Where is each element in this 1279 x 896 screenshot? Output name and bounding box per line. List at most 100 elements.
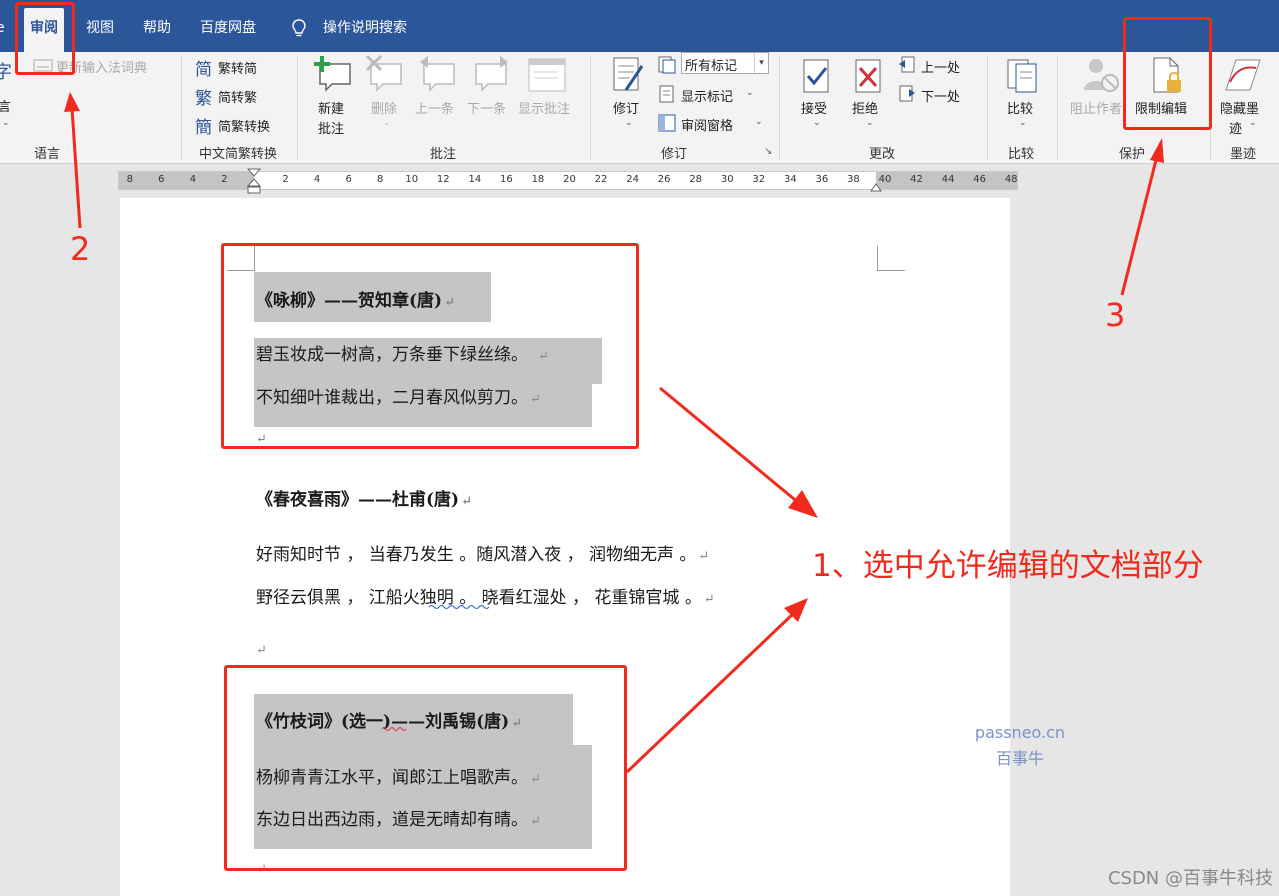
- annotation-box-review-tab: [15, 2, 75, 75]
- ruler-number: 26: [657, 174, 671, 185]
- simp-trad-icon: 繁: [195, 89, 212, 109]
- ruler-number: 8: [126, 174, 133, 185]
- ruler-number: 18: [531, 174, 545, 185]
- accept-icon[interactable]: [802, 58, 832, 94]
- block-authors-icon[interactable]: [1080, 56, 1120, 94]
- menu-bar: e 审阅 视图 帮助 百度网盘 操作说明搜索: [0, 0, 1279, 52]
- chevron-down-icon: ⌄: [813, 118, 821, 128]
- next-comment-icon[interactable]: [470, 54, 510, 92]
- annotation-box-poem3: [224, 665, 627, 871]
- ruler-number: 34: [783, 174, 797, 185]
- language-button-label[interactable]: 言: [0, 96, 11, 115]
- empty-paragraph[interactable]: ↵: [254, 639, 267, 659]
- track-changes-icon[interactable]: [612, 56, 646, 94]
- tab-baidu-netdisk[interactable]: 百度网盘: [200, 10, 256, 46]
- show-comments-icon[interactable]: [528, 58, 566, 92]
- ruler-number: 44: [941, 174, 955, 185]
- markup-icon: [658, 56, 676, 74]
- convert-icon: 簡: [195, 118, 212, 138]
- show-comments-label[interactable]: 显示批注: [518, 98, 570, 117]
- hide-ink-label-2[interactable]: 迹: [1229, 118, 1242, 137]
- margin-crop-mark: [877, 246, 905, 271]
- group-separator: [1057, 56, 1058, 160]
- trad-simp-icon: 简: [195, 60, 212, 80]
- group-separator: [590, 56, 591, 160]
- ruler-number: 6: [158, 174, 165, 185]
- block-authors-label[interactable]: 阻止作者: [1070, 98, 1122, 117]
- previous-change-icon: [899, 56, 915, 73]
- watermark-brand: 百事牛: [995, 749, 1044, 768]
- indent-marker-icon[interactable]: [247, 168, 261, 194]
- horizontal-ruler[interactable]: 8 6 4 2 2 4 6 8 10 12 14 16 18 20 22 24 26 28 30 32 34 36 38 40…: [118, 168, 1018, 194]
- simp-to-trad-button[interactable]: 简转繁: [218, 87, 257, 106]
- track-changes-label[interactable]: 修订: [613, 98, 639, 117]
- ruler-number: 8: [377, 174, 384, 185]
- hide-ink-icon[interactable]: [1222, 56, 1262, 94]
- review-pane-icon: [658, 114, 676, 132]
- group-label-tracking: 修订: [660, 147, 687, 162]
- trad-to-simp-button[interactable]: 繁转简: [218, 58, 257, 77]
- chevron-down-icon: ⌄: [866, 118, 874, 128]
- dropdown-arrow-icon[interactable]: ▾: [754, 53, 768, 73]
- reject-label[interactable]: 拒绝: [852, 98, 878, 117]
- chevron-down-icon: ⌄: [755, 117, 763, 127]
- delete-comment-icon[interactable]: [365, 54, 405, 92]
- watermark-domain: passneo.cn: [974, 723, 1066, 742]
- accept-label[interactable]: 接受: [801, 98, 827, 117]
- new-comment-label-1[interactable]: 新建: [318, 98, 344, 117]
- show-markup-icon: [659, 85, 674, 103]
- show-markup-button[interactable]: 显示标记: [681, 86, 733, 105]
- annotation-box-poem1: [221, 243, 639, 449]
- poem2-title[interactable]: 《春夜喜雨》——杜甫(唐) ↵: [256, 485, 472, 510]
- new-comment-label-2[interactable]: 批注: [318, 118, 344, 137]
- lightbulb-icon: [292, 19, 306, 37]
- ruler-number: 14: [468, 174, 482, 185]
- group-label-comments: 批注: [429, 147, 456, 162]
- previous-comment-icon[interactable]: [418, 54, 458, 92]
- dialog-launcher-icon[interactable]: ↘: [764, 146, 772, 157]
- tab-help[interactable]: 帮助: [143, 10, 171, 46]
- ruler-number: 6: [345, 174, 352, 185]
- delete-comment-label[interactable]: 删除: [371, 98, 397, 117]
- tell-me-search[interactable]: 操作说明搜索: [323, 10, 407, 46]
- review-pane-button[interactable]: 审阅窗格: [681, 115, 733, 134]
- next-change-button[interactable]: 下一处: [921, 86, 960, 105]
- markup-select[interactable]: 所有标记 ▾: [681, 52, 769, 74]
- compare-icon[interactable]: [1006, 58, 1038, 94]
- hide-ink-label-1[interactable]: 隐藏墨: [1220, 98, 1259, 117]
- tab-fragment[interactable]: e: [0, 10, 5, 46]
- group-separator: [987, 56, 988, 160]
- ruler-number: 16: [500, 174, 513, 185]
- ruler-number: 42: [910, 174, 923, 185]
- group-label-protect: 保护: [1118, 147, 1145, 162]
- ruler-number: 2: [282, 174, 289, 185]
- previous-change-button[interactable]: 上一处: [921, 57, 960, 76]
- group-label-chinese: 中文简繁转换: [198, 147, 277, 162]
- next-change-icon: [899, 85, 915, 102]
- reject-icon[interactable]: [854, 58, 884, 94]
- group-separator: [297, 56, 298, 160]
- right-indent-marker-icon[interactable]: [870, 182, 882, 192]
- annotation-box-restrict-editing: [1123, 17, 1212, 130]
- svg-text:字: 字: [0, 62, 12, 83]
- previous-comment-label[interactable]: 上一条: [415, 98, 454, 117]
- ruler-number: 2: [221, 174, 228, 185]
- group-label-language: 语言: [33, 147, 60, 162]
- next-comment-label[interactable]: 下一条: [467, 98, 506, 117]
- ruler-number: 46: [973, 174, 986, 185]
- ruler-number: 32: [752, 174, 766, 185]
- markup-select-value: 所有标记: [685, 59, 738, 74]
- ruler-number: 20: [563, 174, 576, 185]
- spelling-underline: [429, 605, 489, 609]
- tab-view[interactable]: 视图: [86, 10, 114, 46]
- new-comment-icon[interactable]: [314, 54, 354, 92]
- csdn-credit: CSDN @百事牛科技: [1107, 868, 1273, 889]
- trad-simp-convert-button[interactable]: 简繁转换: [218, 116, 270, 135]
- chevron-down-icon: ⌄: [625, 118, 633, 128]
- ruler-number: 30: [720, 174, 734, 185]
- poem2-line1[interactable]: 好雨知时节 ， 当春乃发生 。随风潜入夜 ， 润物细无声 。 ↵: [256, 540, 709, 565]
- compare-label[interactable]: 比较: [1007, 98, 1033, 117]
- ruler-number: 4: [189, 174, 197, 185]
- annotation-step-2: 2: [70, 230, 91, 268]
- group-separator: [779, 56, 780, 160]
